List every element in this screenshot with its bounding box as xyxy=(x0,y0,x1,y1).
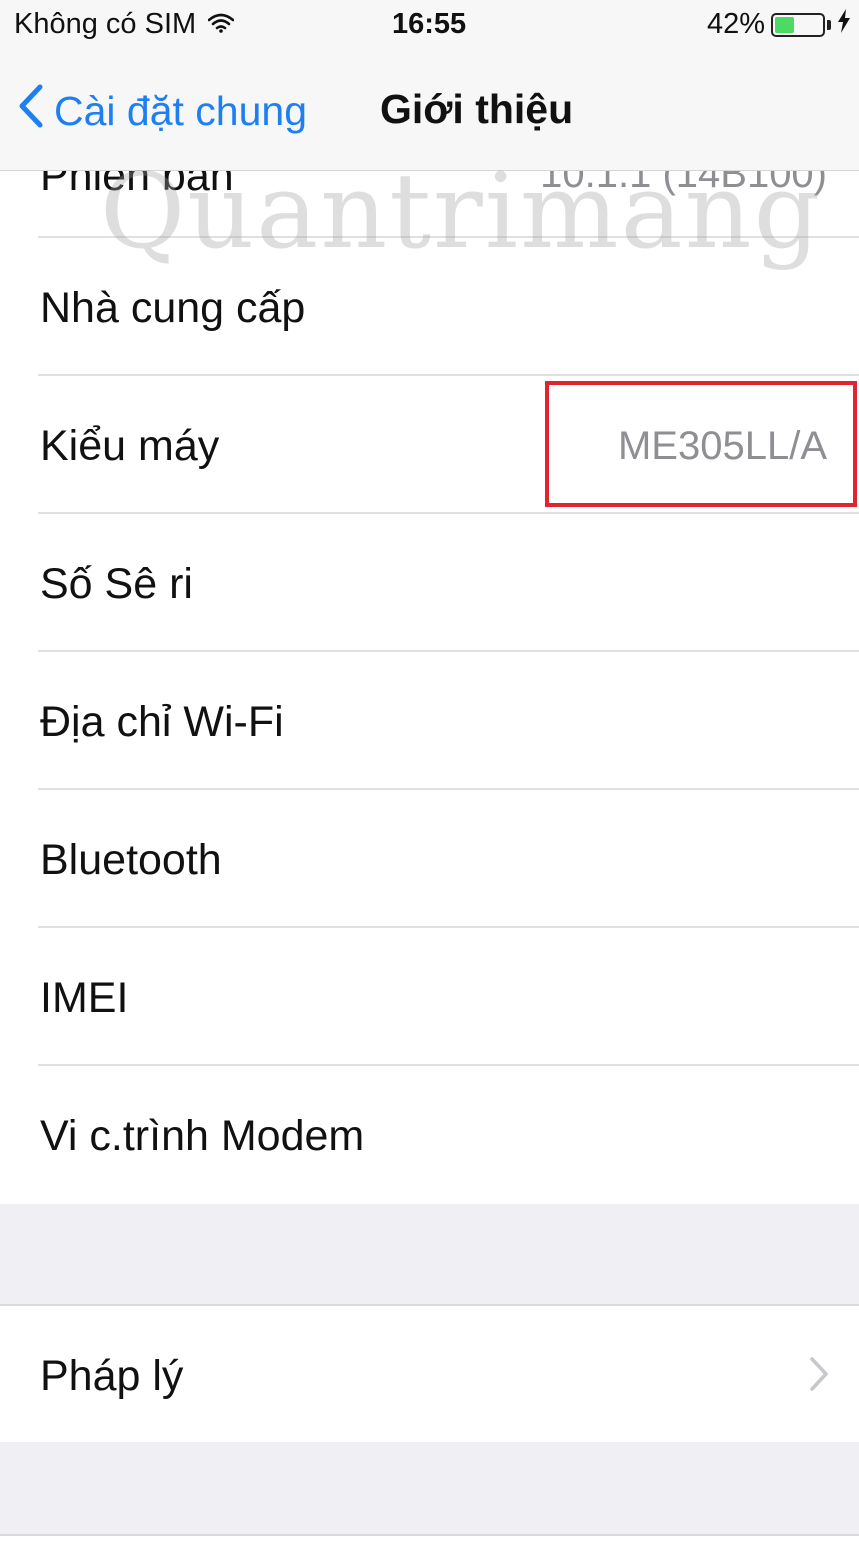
carrier-info: Không có SIM xyxy=(14,8,235,41)
highlight-box xyxy=(545,381,857,507)
list-item-label: Nhà cung cấp xyxy=(40,284,306,332)
list-item-label: Bluetooth xyxy=(40,836,222,884)
list-item-carrier[interactable]: Nhà cung cấp xyxy=(0,238,859,376)
top-bar: Không có SIM 16:55 42% Cài đặt chung Giớ… xyxy=(0,0,859,171)
chevron-right-icon xyxy=(809,1356,829,1397)
list-item-model[interactable]: Kiểu máy ME305LL/A xyxy=(0,376,859,514)
list-item-label: Vi c.trình Modem xyxy=(40,1112,365,1160)
list-item-imei[interactable]: IMEI xyxy=(0,928,859,1066)
list-item-label: Kiểu máy xyxy=(40,422,220,470)
section-gap xyxy=(0,1442,859,1534)
wifi-icon xyxy=(207,8,235,41)
list-item-bluetooth[interactable]: Bluetooth xyxy=(0,790,859,928)
back-button[interactable]: Cài đặt chung xyxy=(18,84,307,138)
navigation-bar: Cài đặt chung Giới thiệu xyxy=(0,62,859,162)
battery-percent: 42% xyxy=(706,8,765,40)
list-item-modem-firmware[interactable]: Vi c.trình Modem xyxy=(0,1066,859,1204)
battery-fill xyxy=(775,16,794,33)
back-button-label: Cài đặt chung xyxy=(54,87,308,134)
status-bar: Không có SIM 16:55 42% xyxy=(0,0,859,50)
battery-icon xyxy=(771,12,825,37)
list-item-label: Địa chỉ Wi-Fi xyxy=(40,698,284,746)
list-item-label: Pháp lý xyxy=(40,1352,184,1400)
clock: 16:55 xyxy=(392,8,467,40)
page-title: Giới thiệu xyxy=(380,86,574,132)
list-item-serial[interactable]: Số Sê ri xyxy=(0,514,859,652)
battery-indicator: 42% xyxy=(707,8,851,41)
about-list: Phiên bản 10.1.1 (14B100) Nhà cung cấp K… xyxy=(0,100,859,1204)
section-gap xyxy=(0,1204,859,1304)
chevron-left-icon xyxy=(18,84,44,138)
list-item-label: IMEI xyxy=(40,974,129,1022)
list-item-legal[interactable]: Pháp lý xyxy=(0,1304,859,1444)
battery-cap xyxy=(827,19,831,30)
charging-icon xyxy=(837,8,851,41)
carrier-label: Không có SIM xyxy=(14,8,197,40)
list-item-wifi-address[interactable]: Địa chỉ Wi-Fi xyxy=(0,652,859,790)
list-item-label: Số Sê ri xyxy=(40,560,193,608)
list-bottom xyxy=(0,1536,859,1543)
